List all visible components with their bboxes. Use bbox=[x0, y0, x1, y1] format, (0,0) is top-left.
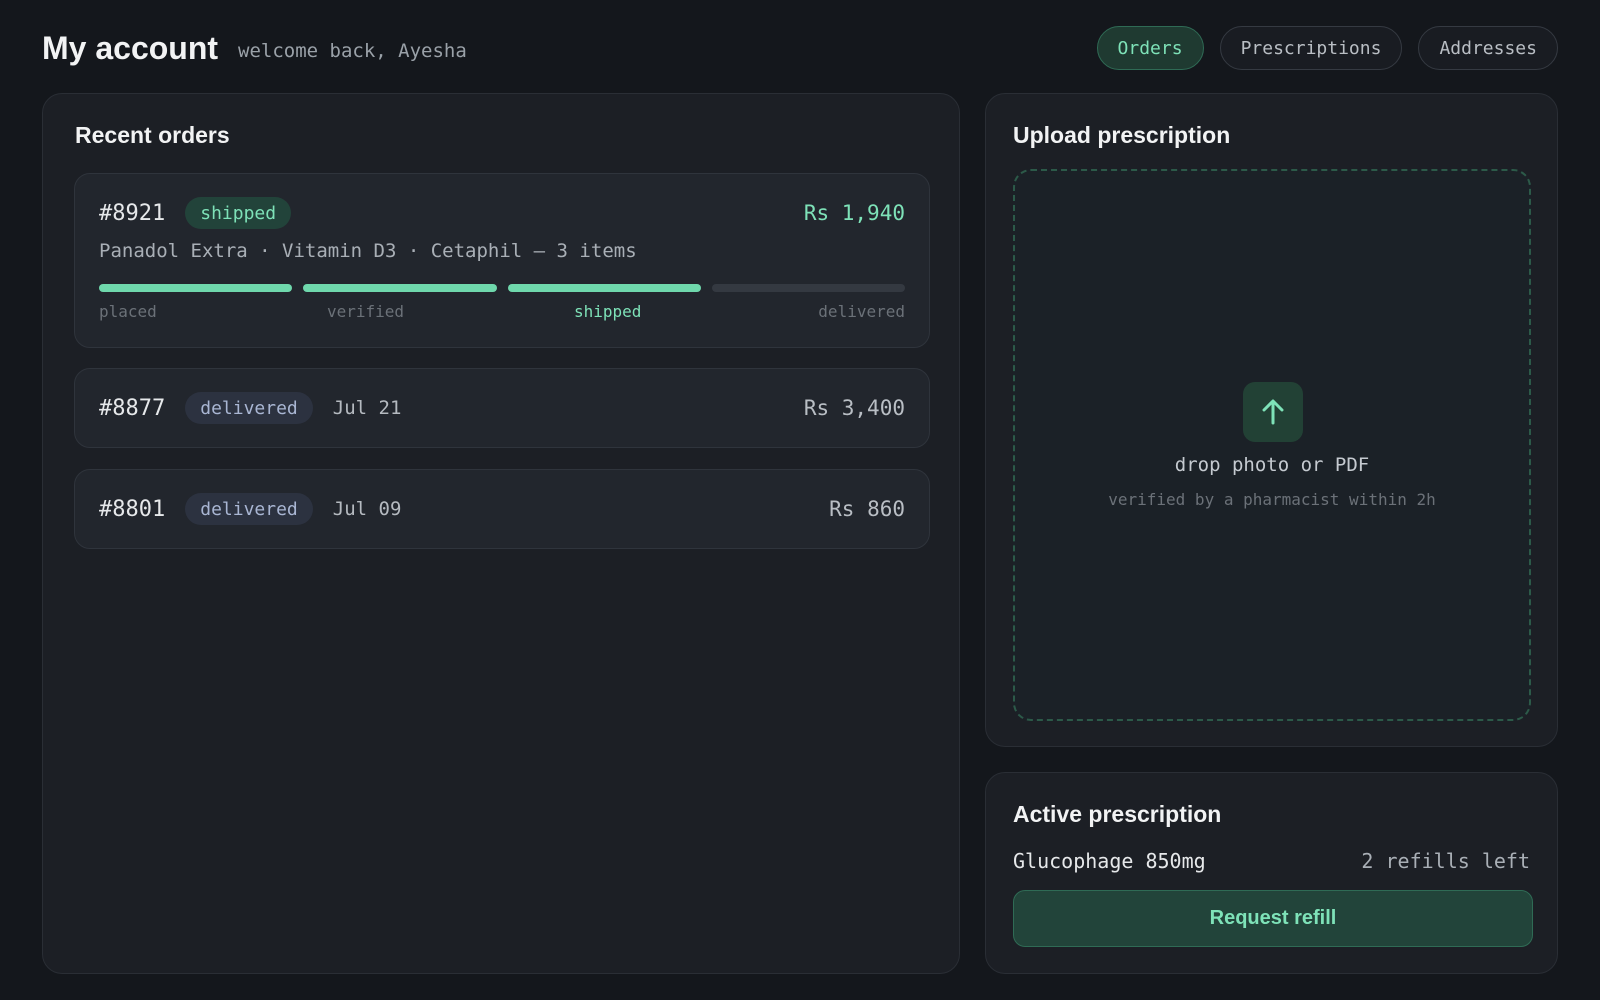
prescription-row: Glucophage 850mg 2 refills left bbox=[1013, 849, 1530, 873]
order-card-8877[interactable]: #8877 delivered Jul 21 Rs 3,400 bbox=[74, 368, 930, 448]
medication-name: Glucophage 850mg bbox=[1013, 849, 1206, 873]
step-label-shipped: shipped bbox=[574, 302, 642, 321]
status-badge: delivered bbox=[185, 493, 313, 525]
order-id: #8921 bbox=[99, 200, 166, 226]
recent-orders-title: Recent orders bbox=[75, 122, 230, 148]
upload-arrow-icon bbox=[1243, 382, 1303, 442]
step-label-placed: placed bbox=[99, 302, 157, 321]
progress-segment-delivered bbox=[711, 284, 905, 292]
dropzone-hint: verified by a pharmacist within 2h bbox=[1108, 490, 1436, 509]
order-id: #8877 bbox=[99, 395, 166, 421]
order-total: Rs 3,400 bbox=[803, 396, 905, 420]
order-items-summary: Panadol Extra · Vitamin D3 · Cetaphil — … bbox=[99, 240, 637, 262]
upload-prescription-card: Upload prescription drop photo or PDF ve… bbox=[985, 93, 1558, 747]
tab-orders[interactable]: Orders bbox=[1096, 26, 1204, 70]
order-total: Rs 860 bbox=[829, 497, 905, 521]
active-prescription-card: Active prescription Glucophage 850mg 2 r… bbox=[985, 772, 1558, 974]
welcome-text: welcome back, Ayesha bbox=[238, 40, 467, 62]
order-total: Rs 1,940 bbox=[803, 201, 905, 225]
order-header: #8877 delivered Jul 21 Rs 3,400 bbox=[99, 391, 905, 425]
page-header: My account welcome back, Ayesha Orders P… bbox=[42, 24, 1558, 72]
order-date: Jul 21 bbox=[332, 397, 402, 419]
tab-addresses[interactable]: Addresses bbox=[1418, 26, 1558, 70]
request-refill-button[interactable]: Request refill bbox=[1013, 890, 1533, 947]
dropzone-label: drop photo or PDF bbox=[1174, 454, 1370, 476]
order-id: #8801 bbox=[99, 496, 166, 522]
upload-prescription-title: Upload prescription bbox=[1013, 122, 1231, 148]
progress-segment-verified bbox=[303, 284, 497, 292]
order-card-8921[interactable]: #8921 shipped Rs 1,940 Panadol Extra · V… bbox=[74, 173, 930, 348]
refills-remaining: 2 refills left bbox=[1361, 849, 1530, 873]
tab-prescriptions[interactable]: Prescriptions bbox=[1219, 26, 1403, 70]
order-date: Jul 09 bbox=[332, 498, 402, 520]
order-card-8801[interactable]: #8801 delivered Jul 09 Rs 860 bbox=[74, 469, 930, 549]
progress-segment-shipped bbox=[507, 284, 701, 292]
active-prescription-title: Active prescription bbox=[1013, 801, 1222, 827]
order-progress-bar bbox=[99, 284, 905, 292]
order-header: #8921 shipped Rs 1,940 bbox=[99, 196, 905, 230]
step-label-delivered: delivered bbox=[818, 302, 905, 321]
progress-step-labels: placed verified shipped delivered bbox=[99, 302, 905, 322]
page-title: My account bbox=[42, 29, 219, 66]
status-badge: shipped bbox=[185, 197, 292, 229]
progress-segment-placed bbox=[99, 284, 293, 292]
status-badge: delivered bbox=[185, 392, 313, 424]
recent-orders-card: Recent orders #8921 shipped Rs 1,940 Pan… bbox=[42, 93, 960, 974]
order-header: #8801 delivered Jul 09 Rs 860 bbox=[99, 492, 905, 526]
account-nav: Orders Prescriptions Addresses bbox=[1096, 26, 1558, 70]
step-label-verified: verified bbox=[327, 302, 405, 321]
prescription-dropzone[interactable]: drop photo or PDF verified by a pharmaci… bbox=[1013, 169, 1531, 721]
